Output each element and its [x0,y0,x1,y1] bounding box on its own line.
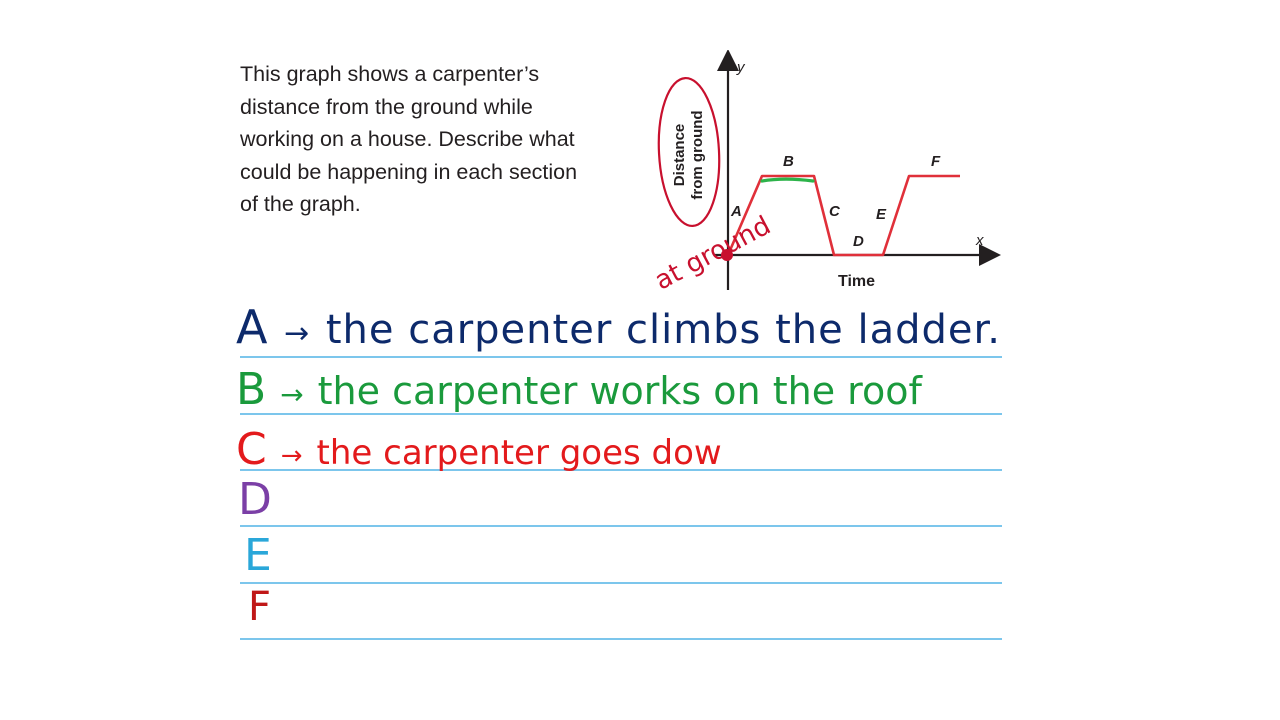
problem-statement: This graph shows a carpenter’s distance … [240,58,640,221]
problem-line: of the graph. [240,192,361,216]
answer-text: the carpenter climbs the ladder. [325,307,1001,353]
problem-line: working on a house. Describe what [240,127,575,151]
x-axis-title: Time [838,273,875,290]
section-label-d: D [853,233,864,250]
answer-row-e: E [244,530,272,581]
answer-letter: A [236,300,269,354]
answer-arrow: → [284,316,311,351]
x-axis-letter: x [975,232,984,249]
section-label-a: A [730,203,742,220]
answer-row-a: A → the carpenter climbs the ladder. [236,300,1001,354]
section-label-b: B [783,153,794,170]
section-label-e: E [876,206,887,223]
rule-line [240,525,1002,527]
problem-line: distance from the ground while [240,94,533,119]
answer-letter: C [236,424,267,475]
page: This graph shows a carpenter’s distance … [0,0,1280,720]
highlight-section-b [760,177,815,183]
y-axis-letter: y [736,59,746,76]
answer-row-d: D [238,474,272,525]
answer-arrow: → [280,378,304,411]
answer-letter: E [244,530,272,581]
rule-line [240,582,1002,584]
answer-letter: F [248,584,272,630]
answer-arrow: → [280,441,303,471]
answer-row-f: F [248,584,271,630]
problem-line: This graph shows a carpenter’s [240,62,540,86]
answer-row-c: C → the carpenter goes dow [236,424,722,475]
rule-line [240,356,1002,358]
answer-text: the carpenter works on the roof [317,369,922,413]
section-label-c: C [829,203,841,220]
answer-row-b: B → the carpenter works on the roof [236,364,922,415]
problem-line: could be happening in each section [240,159,578,184]
answer-text: the carpenter goes dow [316,433,722,473]
answer-letter: D [238,474,272,525]
answer-letter: B [236,364,267,415]
rule-line [240,638,1002,640]
y-axis-title-line1: Distance [671,124,688,187]
y-axis-title-line2: from ground [689,110,706,199]
section-label-f: F [931,153,941,170]
